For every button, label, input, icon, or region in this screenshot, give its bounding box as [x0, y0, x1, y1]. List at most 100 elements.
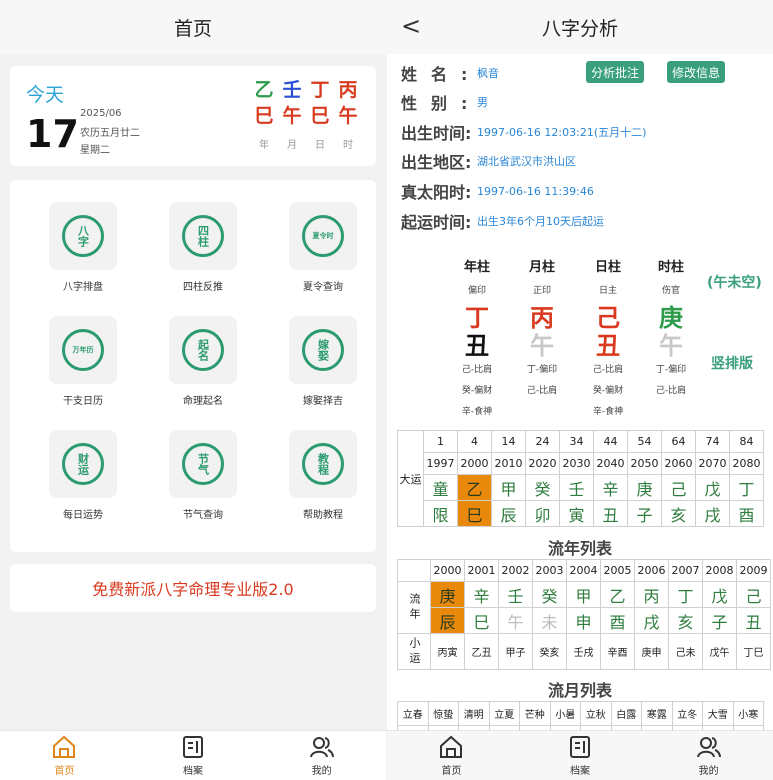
tab-home[interactable]: 首页	[0, 731, 129, 780]
liuyue-term[interactable]: 小寒	[732, 701, 764, 726]
feature-tile[interactable]: 节气 节气查询	[148, 430, 258, 521]
back-icon[interactable]: <	[401, 14, 421, 38]
luck-start-value: 出生3年6个月10天后起运	[477, 215, 604, 228]
liuyue-term[interactable]: 小暑	[549, 701, 581, 726]
liunian-stem[interactable]: 丙	[634, 581, 669, 608]
earthly-branch: 丑	[596, 332, 620, 360]
liunian-stem[interactable]: 庚	[430, 581, 465, 608]
dayun-stem[interactable]: 乙	[457, 474, 492, 501]
liuyue-term[interactable]: 立夏	[488, 701, 520, 726]
feature-tile[interactable]: 起名 命理起名	[148, 316, 258, 407]
home-navbar: 首页	[0, 0, 386, 54]
liunian-stem[interactable]: 甲	[566, 581, 601, 608]
dayun-age: 84	[729, 430, 764, 453]
feature-icon-box: 起名	[169, 316, 237, 384]
liunian-year: 2007	[668, 559, 703, 582]
feature-tile[interactable]: 教程 帮助教程	[268, 430, 378, 521]
feature-tile[interactable]: 万年历 干支日历	[28, 316, 138, 407]
liunian-stem[interactable]: 丁	[668, 581, 703, 608]
liunian-stem[interactable]: 癸	[532, 581, 567, 608]
seal-icon: 教程	[302, 443, 344, 485]
tab-archive[interactable]: 档案	[516, 731, 645, 780]
dayun-year: 2070	[695, 452, 730, 475]
tab-archive[interactable]: 档案	[129, 731, 258, 780]
feature-tile[interactable]: 嫁娶 嫁娶择吉	[268, 316, 378, 407]
tab-home[interactable]: 首页	[387, 731, 516, 780]
dayun-year: 2010	[491, 452, 526, 475]
xiaoyun-value: 辛酉	[600, 633, 635, 670]
dayun-branch[interactable]: 寅	[559, 500, 594, 527]
dayun-stem[interactable]: 童	[423, 474, 458, 501]
liunian-stem[interactable]: 乙	[600, 581, 635, 608]
seal-icon: 起名	[182, 329, 224, 371]
birth-time-label: 出生时间:	[401, 124, 472, 143]
liunian-branch[interactable]: 巳	[464, 607, 499, 634]
liunian-branch[interactable]: 申	[566, 607, 601, 634]
feature-label: 节气查询	[183, 510, 223, 521]
dayun-stem[interactable]: 癸	[525, 474, 560, 501]
liuyue-term[interactable]: 立春	[397, 701, 429, 726]
feature-icon-box: 八字	[49, 202, 117, 270]
dayun-age: 1	[423, 430, 458, 453]
hidden-stem: 己-比肩	[655, 386, 687, 396]
liunian-year: 2001	[464, 559, 499, 582]
dayun-stem[interactable]: 丁	[729, 474, 764, 501]
liuyue-term[interactable]: 惊蛰	[427, 701, 459, 726]
feature-tile[interactable]: 四柱 四柱反推	[148, 202, 258, 293]
promo-banner[interactable]: 免费新派八字命理专业版2.0	[10, 564, 376, 612]
liunian-branch[interactable]: 亥	[668, 607, 703, 634]
dayun-branch[interactable]: 子	[627, 500, 662, 527]
liunian-branch[interactable]: 子	[702, 607, 737, 634]
dayun-stem[interactable]: 辛	[593, 474, 628, 501]
dayun-stem[interactable]: 戊	[695, 474, 730, 501]
feature-tile[interactable]: 夏令时 夏令查询	[268, 202, 378, 293]
feature-icon-box: 嫁娶	[289, 316, 357, 384]
dayun-branch[interactable]: 戌	[695, 500, 730, 527]
liunian-stem[interactable]: 壬	[498, 581, 533, 608]
liuyue-term[interactable]: 寒露	[641, 701, 673, 726]
feature-label: 四柱反推	[183, 282, 223, 293]
xiaoyun-value: 丙寅	[430, 633, 465, 670]
liunian-label: 流年	[397, 581, 431, 634]
liunian-branch[interactable]: 未	[532, 607, 567, 634]
liuyue-row: 立春 惊蛰 清明 立夏 芒种 小暑 立秋 白露 寒露 立冬 大雪 小寒	[397, 701, 764, 726]
feature-tile[interactable]: 财运 每日运势	[28, 430, 138, 521]
edit-info-button[interactable]: 修改信息	[667, 61, 726, 83]
liuyue-term[interactable]: 大雪	[702, 701, 734, 726]
analysis-note-button[interactable]: 分析批注	[586, 61, 645, 83]
dayun-branch[interactable]: 丑	[593, 500, 628, 527]
liunian-branch[interactable]: 酉	[600, 607, 635, 634]
liuyue-term[interactable]: 白露	[610, 701, 642, 726]
dayun-branch[interactable]: 亥	[661, 500, 696, 527]
dayun-branch[interactable]: 限	[423, 500, 458, 527]
liunian-stem[interactable]: 辛	[464, 581, 499, 608]
liunian-branch[interactable]: 戌	[634, 607, 669, 634]
dayun-stem[interactable]: 壬	[559, 474, 594, 501]
liunian-stem[interactable]: 己	[736, 581, 771, 608]
liunian-branch[interactable]: 丑	[736, 607, 771, 634]
kong-note: (午未空)	[707, 275, 762, 291]
dayun-stem[interactable]: 甲	[491, 474, 526, 501]
liuyue-term[interactable]: 立秋	[580, 701, 612, 726]
liunian-branch[interactable]: 午	[498, 607, 533, 634]
dayun-branch[interactable]: 卯	[525, 500, 560, 527]
feature-tile[interactable]: 八字 八字排盘	[28, 202, 138, 293]
tab-mine[interactable]: 我的	[644, 731, 773, 780]
analysis-navbar: < 八字分析	[387, 0, 773, 54]
liuyue-term[interactable]: 立冬	[671, 701, 703, 726]
ten-god: 伤官	[661, 286, 680, 296]
liuyue-term[interactable]: 清明	[458, 701, 490, 726]
liunian-stem[interactable]: 戊	[702, 581, 737, 608]
heavenly-stem: 庚	[659, 304, 683, 332]
liunian-branch[interactable]: 辰	[430, 607, 465, 634]
dayun-branch[interactable]: 辰	[491, 500, 526, 527]
tab-mine[interactable]: 我的	[257, 731, 386, 780]
dayun-branch[interactable]: 酉	[729, 500, 764, 527]
today-branch: 巳	[310, 105, 330, 127]
liunian-branch-row: 辰巳午未申酉戌亥子丑	[398, 607, 771, 634]
dayun-stem[interactable]: 庚	[627, 474, 662, 501]
dayun-stem[interactable]: 己	[661, 474, 696, 501]
dayun-branch[interactable]: 巳	[457, 500, 492, 527]
liuyue-term[interactable]: 芒种	[519, 701, 551, 726]
vertical-layout-toggle[interactable]: 竖排版	[711, 353, 753, 373]
